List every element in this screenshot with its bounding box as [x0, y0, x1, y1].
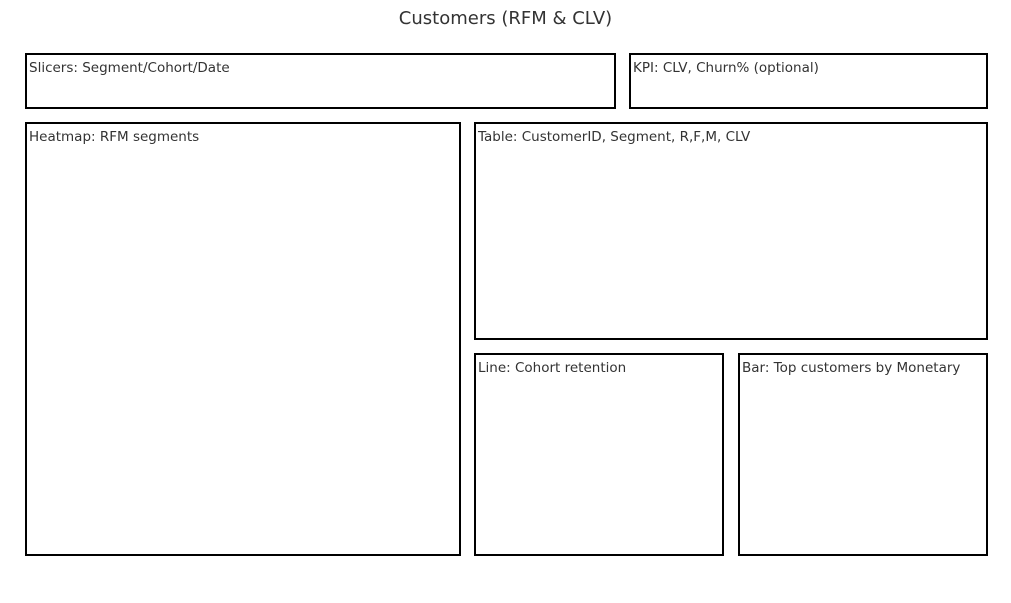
kpi-panel: KPI: CLV, Churn% (optional) — [629, 53, 988, 109]
bar-chart-panel-label: Bar: Top customers by Monetary — [742, 360, 961, 376]
heatmap-panel-label: Heatmap: RFM segments — [29, 129, 200, 145]
heatmap-panel: Heatmap: RFM segments — [25, 122, 461, 556]
page-title: Customers (RFM & CLV) — [398, 8, 613, 29]
table-panel-label: Table: CustomerID, Segment, R,F,M, CLV — [478, 129, 751, 145]
bar-chart-panel: Bar: Top customers by Monetary — [738, 353, 988, 556]
table-panel: Table: CustomerID, Segment, R,F,M, CLV — [474, 122, 988, 340]
line-chart-panel: Line: Cohort retention — [474, 353, 724, 556]
kpi-panel-label: KPI: CLV, Churn% (optional) — [633, 60, 819, 76]
line-chart-panel-label: Line: Cohort retention — [478, 360, 627, 376]
slicers-panel: Slicers: Segment/Cohort/Date — [25, 53, 616, 109]
slicers-panel-label: Slicers: Segment/Cohort/Date — [29, 60, 230, 76]
